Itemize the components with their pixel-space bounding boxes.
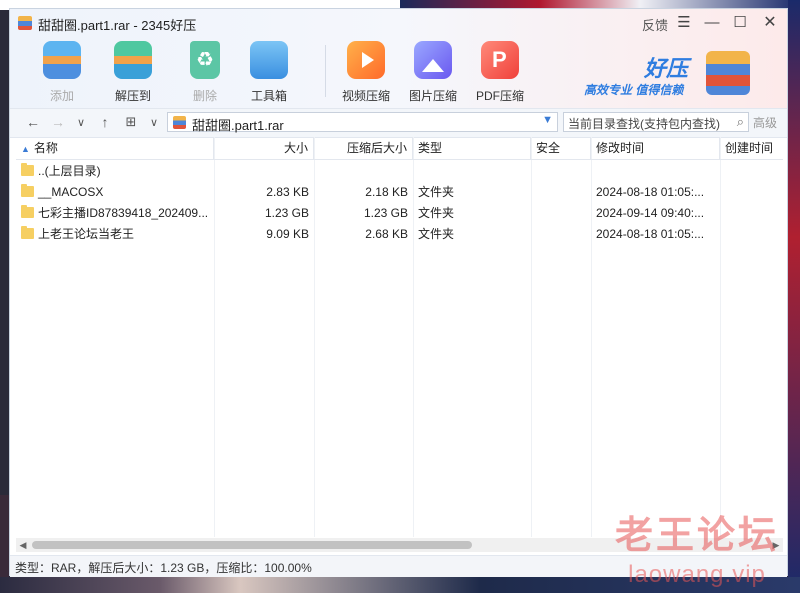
column-header-created[interactable]: 创建时间 (720, 137, 783, 159)
add-button[interactable]: 添加 (31, 41, 93, 103)
toolbar-divider (325, 45, 326, 97)
column-header-name[interactable]: ▲ 名称 (16, 137, 214, 159)
row-name: __MACOSX (38, 185, 104, 199)
row-modified: 2024-08-18 01:05:... (596, 227, 705, 241)
row-type: 文件夹 (418, 185, 455, 199)
up-button[interactable]: ↑ (96, 114, 114, 130)
row-size: 9.09 KB (266, 227, 309, 241)
title-bar[interactable]: 甜甜圈.part1.rar - 2345好压 反馈 ☰ — ☐ ✕ (10, 9, 787, 37)
row-type: 文件夹 (418, 227, 455, 241)
view-mode-button[interactable]: ⊞ (122, 114, 140, 130)
file-list[interactable]: ▲ 名称 大小 压缩后大小 类型 安全 修改时间 创建时间 ..(上层目录) __… (16, 137, 783, 537)
add-button-label: 添加 (49, 89, 74, 103)
table-row[interactable]: ..(上层目录) (16, 160, 783, 181)
folder-icon (21, 226, 34, 239)
table-row[interactable]: 上老王论坛当老王 9.09 KB 2.68 KB 文件夹 2024-08-18 … (16, 223, 783, 244)
folder-icon (21, 163, 34, 176)
extract-icon (114, 41, 152, 79)
pdf-compress-label: PDF压缩 (475, 89, 524, 103)
row-compressed-size: 2.18 KB (365, 185, 408, 199)
back-button[interactable]: ← (24, 114, 42, 130)
scroll-left-icon[interactable]: ◀ (16, 538, 30, 552)
add-archive-icon (43, 41, 81, 79)
row-compressed-size: 1.23 GB (363, 206, 408, 220)
video-compress-button[interactable]: 视频压缩 (335, 41, 397, 103)
video-compress-icon (347, 41, 385, 79)
row-modified: 2024-08-18 01:05:... (596, 185, 705, 199)
archive-icon (173, 116, 186, 129)
brand-name: 好压 (644, 56, 689, 81)
image-compress-label: 图片压缩 (408, 89, 457, 103)
feedback-link[interactable]: 反馈 (642, 15, 668, 34)
row-compressed-size: 2.68 KB (365, 227, 408, 241)
search-placeholder: 当前目录查找(支持包内查找) (568, 117, 720, 131)
column-header-type[interactable]: 类型 (413, 137, 531, 159)
table-row[interactable]: __MACOSX 2.83 KB 2.18 KB 文件夹 2024-08-18 … (16, 181, 783, 202)
extract-to-button-label: 解压到 (114, 89, 151, 103)
horizontal-scrollbar[interactable]: ◀ ▶ (16, 538, 783, 552)
status-bar: 类型：RAR，解压后大小：1.23 GB，压缩比：100.00% (10, 555, 787, 577)
pdf-compress-icon (481, 41, 519, 79)
delete-button[interactable]: 删除 (174, 41, 236, 103)
history-dropdown[interactable]: ∨ (72, 116, 90, 129)
window-header: 甜甜圈.part1.rar - 2345好压 反馈 ☰ — ☐ ✕ 添加 解压到… (10, 9, 787, 108)
address-bar: ← → ∨ ↑ ⊞ ∨ 甜甜圈.part1.rar ▼ 当前目录查找(支持包内查… (10, 108, 787, 138)
path-field[interactable]: 甜甜圈.part1.rar ▼ (167, 112, 558, 133)
search-input[interactable]: 当前目录查找(支持包内查找) ⌕ (563, 112, 749, 132)
search-icon[interactable]: ⌕ (737, 114, 744, 130)
menu-icon[interactable]: ☰ (674, 13, 694, 33)
column-header-security[interactable]: 安全 (531, 137, 591, 159)
row-size: 1.23 GB (264, 206, 309, 220)
advanced-search-link[interactable]: 高级 (753, 114, 777, 131)
extract-to-button[interactable]: 解压到 (102, 41, 164, 103)
scroll-right-icon[interactable]: ▶ (769, 538, 783, 552)
toolbox-button-label: 工具箱 (250, 89, 287, 103)
folder-icon (21, 205, 34, 218)
recycle-delete-icon (190, 41, 220, 79)
column-header-compressed-size[interactable]: 压缩后大小 (314, 137, 413, 159)
view-mode-dropdown[interactable]: ∨ (145, 116, 163, 129)
row-name: ..(上层目录) (38, 164, 101, 178)
toolbox-button[interactable]: 工具箱 (238, 41, 300, 103)
desktop-background-bottom (0, 577, 800, 593)
close-button[interactable]: ✕ (760, 13, 780, 33)
forward-button[interactable]: → (49, 114, 67, 130)
path-dropdown-icon[interactable]: ▼ (542, 114, 553, 126)
brand-area: 好压 高效专业 值得信赖 (584, 49, 776, 99)
row-name: 七彩主播ID87839418_202409... (38, 206, 209, 220)
row-type: 文件夹 (418, 206, 455, 220)
list-header: ▲ 名称 大小 压缩后大小 类型 安全 修改时间 创建时间 (16, 137, 783, 160)
toolbox-icon (250, 41, 288, 79)
window-title: 甜甜圈.part1.rar - 2345好压 (38, 18, 197, 33)
table-row[interactable]: 七彩主播ID87839418_202409... 1.23 GB 1.23 GB… (16, 202, 783, 223)
scrollbar-thumb[interactable] (32, 541, 472, 549)
delete-button-label: 删除 (192, 89, 217, 103)
path-text: 甜甜圈.part1.rar (192, 118, 284, 133)
row-size: 2.83 KB (266, 185, 309, 199)
sort-ascending-icon: ▲ (21, 144, 30, 154)
image-compress-icon (414, 41, 452, 79)
column-header-modified[interactable]: 修改时间 (591, 137, 720, 159)
image-compress-button[interactable]: 图片压缩 (402, 41, 464, 103)
pdf-compress-button[interactable]: PDF压缩 (469, 41, 531, 103)
row-name: 上老王论坛当老王 (38, 227, 135, 241)
app-icon (18, 16, 32, 30)
haozip-window: 甜甜圈.part1.rar - 2345好压 反馈 ☰ — ☐ ✕ 添加 解压到… (9, 8, 788, 577)
column-header-name-label: 名称 (33, 141, 58, 155)
column-header-size[interactable]: 大小 (214, 137, 314, 159)
desktop-background-right (788, 0, 800, 593)
video-compress-label: 视频压缩 (341, 89, 390, 103)
status-text: 类型：RAR，解压后大小：1.23 GB，压缩比：100.00% (15, 561, 312, 575)
row-modified: 2024-09-14 09:40:... (596, 206, 705, 220)
minimize-button[interactable]: — (702, 13, 722, 33)
brand-slogan: 高效专业 值得信赖 (584, 83, 684, 97)
maximize-button[interactable]: ☐ (730, 13, 750, 33)
folder-icon (21, 184, 34, 197)
brand-logo-icon (706, 51, 750, 95)
